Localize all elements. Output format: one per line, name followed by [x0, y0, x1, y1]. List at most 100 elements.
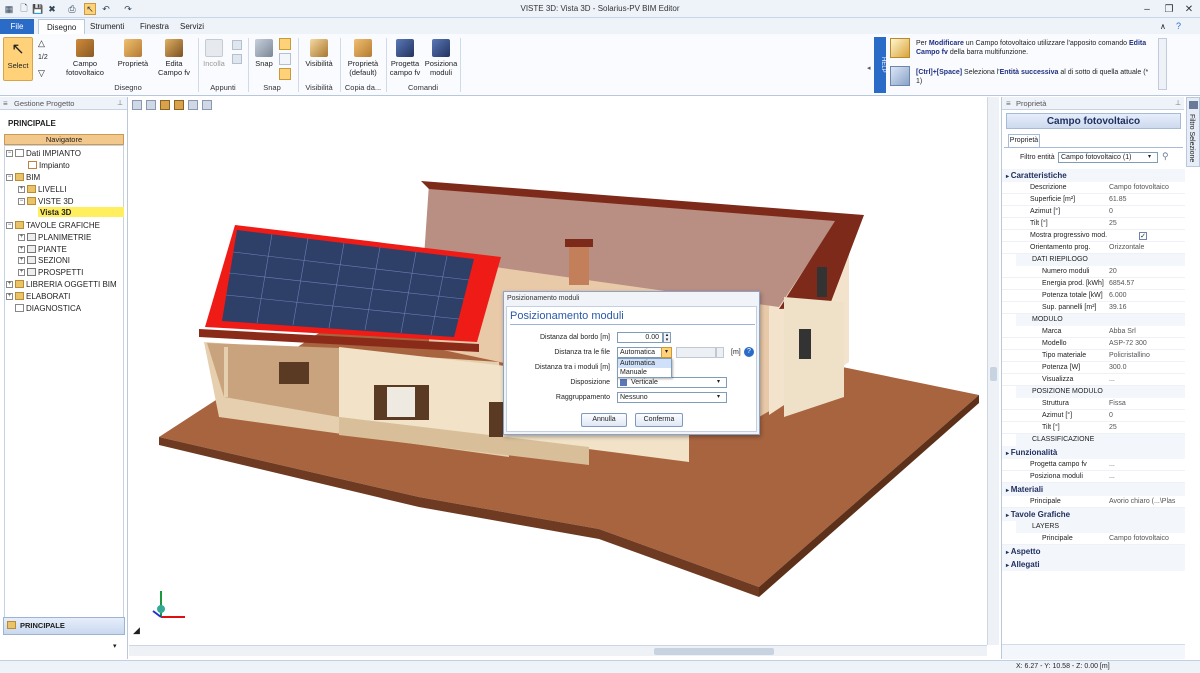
property-value[interactable]: Avorio chiaro (...\Plas	[1109, 496, 1175, 508]
property-row[interactable]: Azimut [°] 0	[1002, 206, 1185, 218]
expand-icon[interactable]: ▸	[1002, 451, 1011, 457]
horizontal-scrollbar[interactable]	[129, 645, 987, 656]
property-row[interactable]: Marca Abba Srl	[1002, 326, 1185, 338]
restore-icon[interactable]: ❐	[1160, 2, 1178, 16]
property-value[interactable]: ...	[1109, 471, 1115, 483]
subsection-dati-riepilogo[interactable]: DATI RIEPILOGO	[1016, 254, 1185, 266]
section-caratteristiche[interactable]: ▸ Caratteristiche	[1002, 169, 1185, 182]
campo-fotovoltaico-button[interactable]: Campo fotovoltaico	[60, 39, 110, 77]
close-icon[interactable]: ✕	[1180, 2, 1198, 16]
property-value[interactable]: 20	[1109, 266, 1117, 278]
pin-icon[interactable]: ⊥	[117, 99, 123, 107]
subsection-classificazione[interactable]: CLASSIFICAZIONE	[1016, 434, 1185, 446]
property-row[interactable]: Energia prod. [kWh] 6854.57	[1002, 278, 1185, 290]
property-value[interactable]: Campo fotovoltaico	[1109, 182, 1169, 194]
tree-item-bim[interactable]: − BIM	[6, 172, 40, 182]
section-materiali[interactable]: ▸ Materiali	[1002, 483, 1185, 496]
property-row[interactable]: Potenza [W] 300.0	[1002, 362, 1185, 374]
property-value[interactable]: 39.16	[1109, 302, 1127, 314]
tab-strumenti[interactable]: Strumenti	[82, 19, 132, 34]
property-row[interactable]: Principale Avorio chiaro (...\Plas	[1002, 496, 1185, 508]
snap-grid-icon[interactable]	[279, 68, 291, 80]
vertical-scrollbar[interactable]	[987, 97, 999, 645]
snap-button[interactable]: Snap	[252, 39, 276, 68]
snap-mode-icon[interactable]	[279, 38, 291, 50]
snap-line-icon[interactable]	[279, 53, 291, 65]
property-row[interactable]: Mostra progressivo mod. ✓	[1002, 230, 1185, 242]
tree-item-vista-3d[interactable]: Vista 3D	[38, 207, 124, 217]
subsection-posizione-modulo[interactable]: POSIZIONE MODULO	[1016, 386, 1185, 398]
tree-item-planimetrie[interactable]: + PLANIMETRIE	[18, 232, 91, 242]
properties-pin-icon[interactable]: ⊥	[1175, 99, 1181, 107]
tree-item-libreria[interactable]: + LIBRERIA OGGETTI BIM	[6, 279, 117, 289]
property-value[interactable]: Campo fotovoltaico	[1109, 533, 1169, 545]
tree-item-sezioni[interactable]: + SEZIONI	[18, 255, 70, 265]
tab-disegno[interactable]: Disegno	[38, 19, 86, 34]
property-row[interactable]: Sup. pannelli [m²] 39.16	[1002, 302, 1185, 314]
section-aspetto[interactable]: ▸ Aspetto	[1002, 545, 1185, 558]
expand-icon[interactable]: ▸	[1002, 563, 1011, 569]
expand-icon[interactable]: ▸	[1002, 174, 1011, 180]
filtro-selezione-tab[interactable]: Filtro Selezione	[1186, 97, 1200, 167]
raggruppamento-arrow-icon[interactable]: ▾	[717, 393, 720, 400]
tree-item-impianto[interactable]: Impianto	[28, 160, 70, 170]
filtro-arrow-icon[interactable]: ▾	[1148, 153, 1151, 160]
property-value[interactable]: Orizzontale	[1109, 242, 1144, 254]
raggruppamento-select[interactable]: Nessuno	[617, 392, 727, 403]
property-row[interactable]: Orientamento prog. Orizzontale	[1002, 242, 1185, 254]
help-scrollbar[interactable]	[1158, 38, 1167, 90]
dropdown-option-automatica[interactable]: Automatica	[618, 359, 671, 368]
property-row[interactable]: Azimut [°] 0	[1002, 410, 1185, 422]
tab-proprieta[interactable]: Proprietà	[1008, 134, 1040, 147]
help-circle-icon[interactable]: ?	[1176, 21, 1181, 31]
tree-item-prospetti[interactable]: + PROSPETTI	[18, 267, 83, 277]
property-value[interactable]: Fissa	[1109, 398, 1126, 410]
posiziona-moduli-button[interactable]: Posiziona moduli	[424, 39, 458, 77]
subsection-modulo[interactable]: MODULO	[1016, 314, 1185, 326]
property-row[interactable]: Descrizione Campo fotovoltaico	[1002, 182, 1185, 194]
distanza-bordo-spinner[interactable]: ▴ ▾	[663, 332, 671, 343]
property-value[interactable]: Policristallino	[1109, 350, 1150, 362]
property-value[interactable]: ...	[1109, 459, 1115, 471]
vertical-scroll-thumb[interactable]	[990, 367, 997, 381]
panel-menu-icon[interactable]: ≡	[3, 99, 8, 108]
property-value[interactable]: 0	[1109, 206, 1113, 218]
principale-bottom-button[interactable]: PRINCIPALE	[3, 617, 125, 635]
mostra-progressivo-checkbox[interactable]: ✓	[1139, 232, 1147, 240]
property-row[interactable]: Progetta campo fv...	[1002, 459, 1185, 471]
property-value[interactable]: 6854.57	[1109, 278, 1134, 290]
tree-item-viste-3d[interactable]: − VISTE 3D	[18, 196, 74, 206]
cut-icon[interactable]	[232, 54, 242, 64]
expand-icon[interactable]: ▸	[1002, 513, 1011, 519]
horizontal-scroll-thumb[interactable]	[654, 648, 774, 655]
section-allegati[interactable]: ▸ Allegati	[1002, 558, 1185, 571]
incolla-button[interactable]: Incolla	[200, 39, 228, 68]
proprieta-button[interactable]: Proprietà	[114, 39, 152, 68]
property-row[interactable]: Superficie [m²] 61.85	[1002, 194, 1185, 206]
tree-item-livelli[interactable]: + LIVELLI	[18, 184, 66, 194]
property-value[interactable]: 25	[1109, 422, 1117, 434]
triangle-up-icon[interactable]: △	[38, 38, 45, 49]
ribbon-collapse-icon[interactable]: ∧	[1160, 22, 1166, 31]
half-label[interactable]: 1/2	[38, 54, 48, 61]
property-row[interactable]: Principale Campo fotovoltaico	[1002, 533, 1185, 545]
disposizione-select[interactable]: Verticale	[617, 377, 727, 388]
property-row[interactable]: Potenza totale [kW] 6.000	[1002, 290, 1185, 302]
copy-icon[interactable]	[232, 40, 242, 50]
triangle-down-icon[interactable]: ▽	[38, 68, 45, 79]
property-row[interactable]: Posiziona moduli...	[1002, 471, 1185, 483]
info-icon[interactable]: ?	[744, 347, 754, 357]
property-row[interactable]: Tilt [°] 25	[1002, 422, 1185, 434]
property-value[interactable]: 6.000	[1109, 290, 1127, 302]
expand-icon[interactable]: ▸	[1002, 488, 1011, 494]
section-funzionalita[interactable]: ▸ Funzionalità	[1002, 446, 1185, 459]
tree-item-dati-impianto[interactable]: − Dati IMPIANTO	[6, 148, 81, 158]
property-value[interactable]: Abba Srl	[1109, 326, 1136, 338]
property-value[interactable]: ...	[1109, 374, 1115, 386]
help-tab[interactable]: HELP	[874, 37, 886, 93]
properties-menu-icon[interactable]: ≡	[1006, 99, 1011, 108]
property-value[interactable]: 61.85	[1109, 194, 1127, 206]
conferma-button[interactable]: Conferma	[635, 413, 683, 427]
property-row[interactable]: Numero moduli 20	[1002, 266, 1185, 278]
property-row[interactable]: Modello ASP-72 300	[1002, 338, 1185, 350]
